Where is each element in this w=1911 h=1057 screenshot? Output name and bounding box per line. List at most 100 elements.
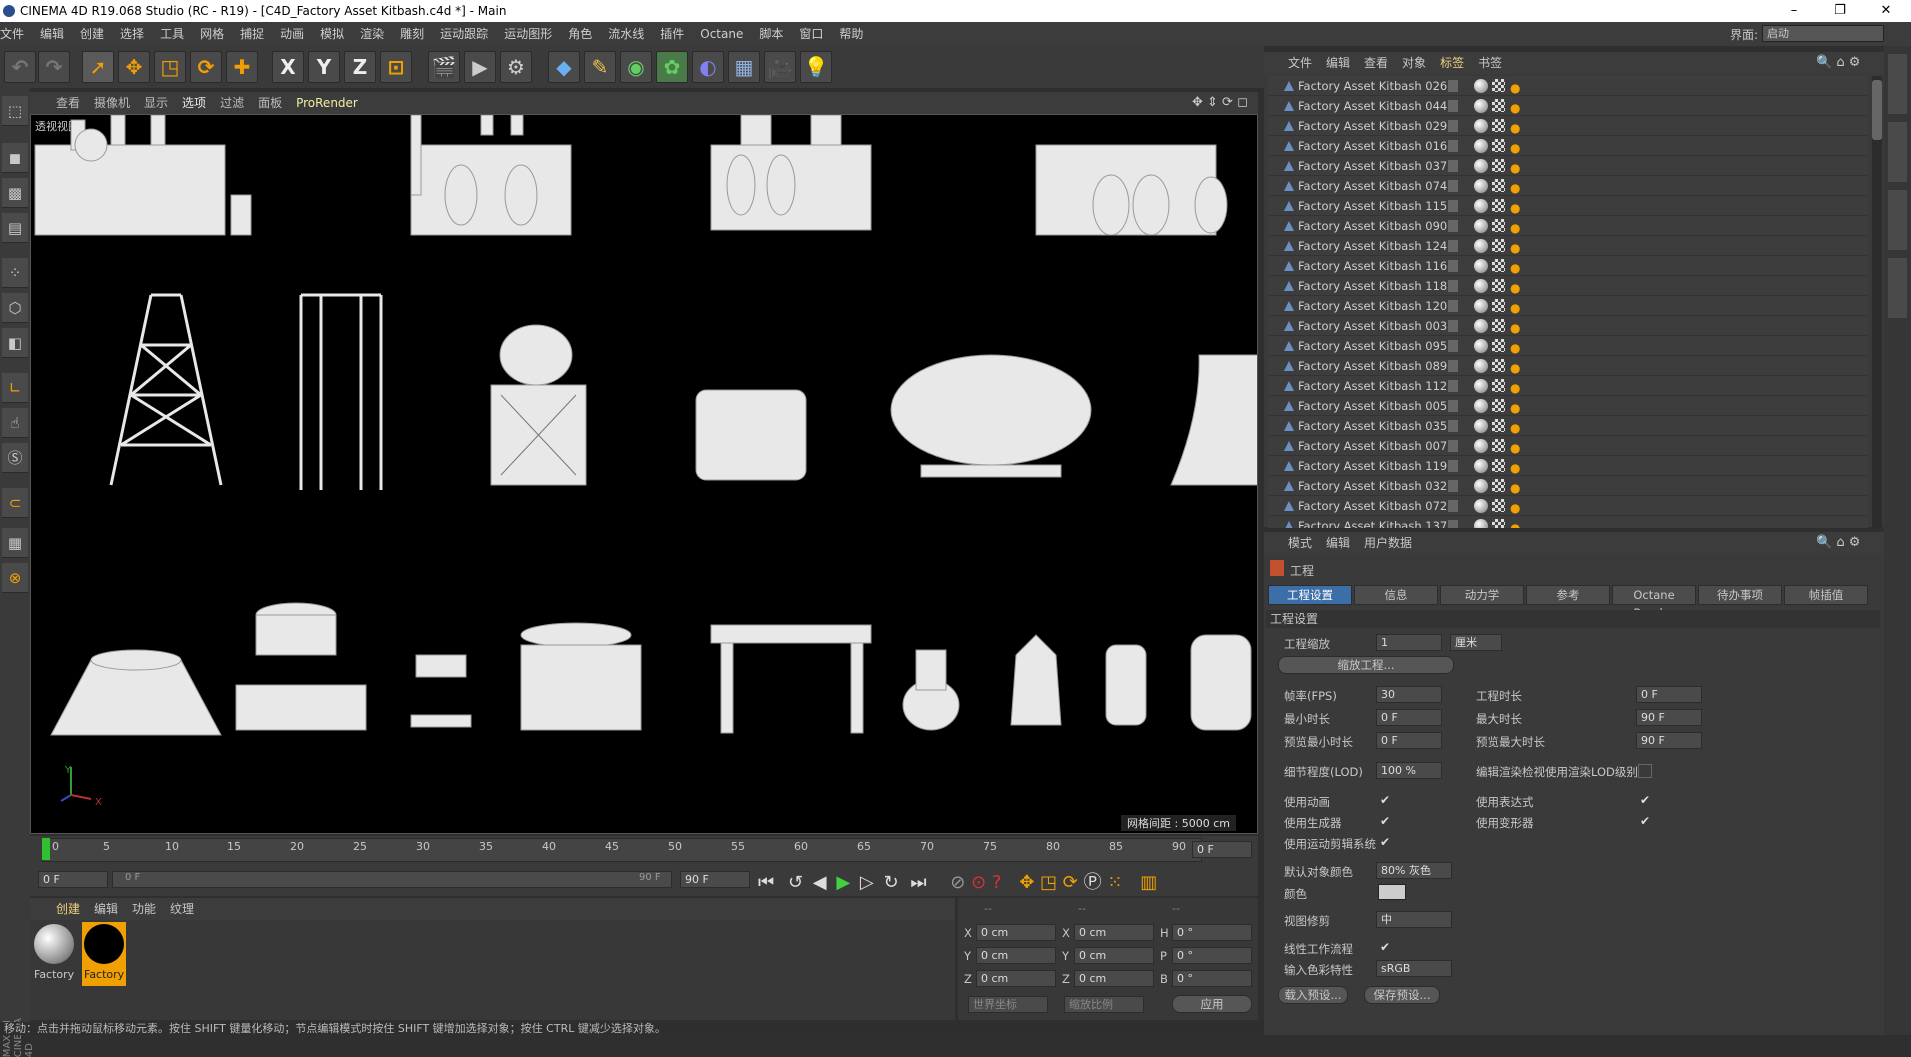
- object-row[interactable]: Factory Asset Kitbash 124 ●: [1268, 236, 1868, 256]
- visibility-toggle-icon[interactable]: [1448, 120, 1458, 132]
- object-name[interactable]: Factory Asset Kitbash 124: [1298, 236, 1447, 256]
- object-row[interactable]: Factory Asset Kitbash 115 ●: [1268, 196, 1868, 216]
- object-row[interactable]: Factory Asset Kitbash 032 ●: [1268, 476, 1868, 496]
- input-color-profile-select[interactable]: sRGB: [1376, 960, 1452, 977]
- phong-tag-icon[interactable]: ●: [1510, 218, 1520, 238]
- object-name[interactable]: Factory Asset Kitbash 090: [1298, 216, 1447, 236]
- tab-info[interactable]: 信息: [1354, 585, 1438, 605]
- side-tab-layers[interactable]: [1888, 258, 1907, 318]
- obj-menu-edit[interactable]: 编辑: [1326, 56, 1350, 70]
- key-scale-icon[interactable]: ◳: [1040, 872, 1057, 893]
- object-row[interactable]: Factory Asset Kitbash 137 ●: [1268, 516, 1868, 528]
- menu-animate[interactable]: 动画: [280, 27, 304, 41]
- workplane-icon[interactable]: ▤: [2, 213, 28, 243]
- phong-tag-icon[interactable]: ●: [1510, 138, 1520, 158]
- preview-max-field[interactable]: 90 F: [1636, 732, 1702, 749]
- texture-tag-icon[interactable]: [1492, 499, 1505, 512]
- obj-menu-bookmarks[interactable]: 书签: [1478, 56, 1502, 70]
- maximize-button[interactable]: ❐: [1817, 0, 1863, 22]
- object-row[interactable]: Factory Asset Kitbash 089 ●: [1268, 356, 1868, 376]
- render-settings-icon[interactable]: ⚙: [500, 51, 532, 83]
- material-tag-icon[interactable]: [1474, 519, 1488, 528]
- rot-b-field[interactable]: 0 °: [1172, 970, 1252, 987]
- floor-icon[interactable]: ▦: [728, 51, 760, 83]
- object-name[interactable]: Factory Asset Kitbash 137: [1298, 516, 1447, 528]
- texture-tag-icon[interactable]: [1492, 359, 1505, 372]
- key-rotation-icon[interactable]: ⟳: [1063, 872, 1078, 893]
- phong-tag-icon[interactable]: ●: [1510, 478, 1520, 498]
- min-time-field[interactable]: 0 F: [1376, 709, 1442, 726]
- material-tag-icon[interactable]: [1474, 119, 1488, 133]
- pen-icon[interactable]: ✎: [584, 51, 616, 83]
- object-row[interactable]: Factory Asset Kitbash 112 ●: [1268, 376, 1868, 396]
- object-row[interactable]: Factory Asset Kitbash 072 ●: [1268, 496, 1868, 516]
- camera-icon[interactable]: 🎥: [764, 51, 796, 83]
- apply-button[interactable]: 应用: [1172, 995, 1252, 1013]
- visibility-toggle-icon[interactable]: [1448, 340, 1458, 352]
- phong-tag-icon[interactable]: ●: [1510, 78, 1520, 98]
- subdivision-icon[interactable]: ◉: [620, 51, 652, 83]
- menu-render[interactable]: 渲染: [360, 27, 384, 41]
- visibility-toggle-icon[interactable]: [1448, 420, 1458, 432]
- visibility-toggle-icon[interactable]: [1448, 260, 1458, 272]
- tab-project-settings[interactable]: 工程设置: [1268, 585, 1352, 605]
- visibility-toggle-icon[interactable]: [1448, 180, 1458, 192]
- object-row[interactable]: Factory Asset Kitbash 003 ●: [1268, 316, 1868, 336]
- end-frame-field[interactable]: 90 F: [680, 871, 750, 888]
- tab-octane-render[interactable]: Octane Render: [1612, 585, 1696, 620]
- material-tag-icon[interactable]: [1474, 499, 1488, 513]
- menu-simulate[interactable]: 模拟: [320, 27, 344, 41]
- texture-tag-icon[interactable]: [1492, 319, 1505, 332]
- object-row[interactable]: Factory Asset Kitbash 095 ●: [1268, 336, 1868, 356]
- visibility-toggle-icon[interactable]: [1448, 160, 1458, 172]
- visibility-toggle-icon[interactable]: [1448, 360, 1458, 372]
- phong-tag-icon[interactable]: ●: [1510, 238, 1520, 258]
- tab-frame-interpolation[interactable]: 帧插值: [1784, 585, 1868, 605]
- texture-tag-icon[interactable]: [1492, 239, 1505, 252]
- pos-y-field[interactable]: 0 cm: [976, 947, 1056, 964]
- menu-file[interactable]: 文件: [0, 27, 24, 41]
- viewport-menu-panel[interactable]: 面板: [258, 96, 282, 110]
- texture-tag-icon[interactable]: [1492, 379, 1505, 392]
- phong-tag-icon[interactable]: ●: [1510, 378, 1520, 398]
- object-row[interactable]: Factory Asset Kitbash 074 ●: [1268, 176, 1868, 196]
- phong-tag-icon[interactable]: ●: [1510, 178, 1520, 198]
- visibility-toggle-icon[interactable]: [1448, 200, 1458, 212]
- deformer-icon[interactable]: ◐: [692, 51, 724, 83]
- texture-tag-icon[interactable]: [1492, 79, 1505, 92]
- pos-x-field[interactable]: 0 cm: [976, 924, 1056, 941]
- phong-tag-icon[interactable]: ●: [1510, 338, 1520, 358]
- coordinate-system-icon[interactable]: ⊡: [380, 51, 412, 83]
- material-tag-icon[interactable]: [1474, 399, 1488, 413]
- start-frame-field[interactable]: 0 F: [38, 871, 108, 888]
- texture-tag-icon[interactable]: [1492, 119, 1505, 132]
- phong-tag-icon[interactable]: ●: [1510, 98, 1520, 118]
- phong-tag-icon[interactable]: ●: [1510, 198, 1520, 218]
- use-expressions-checkbox[interactable]: ✔: [1638, 793, 1652, 807]
- prev-frame-icon[interactable]: ◀: [813, 872, 827, 893]
- record-keys-icon[interactable]: ⊘: [950, 872, 965, 893]
- cloner-icon[interactable]: ✿: [656, 51, 688, 83]
- object-row[interactable]: Factory Asset Kitbash 007 ●: [1268, 436, 1868, 456]
- object-name[interactable]: Factory Asset Kitbash 118: [1298, 276, 1447, 296]
- visibility-toggle-icon[interactable]: [1448, 500, 1458, 512]
- cube-icon[interactable]: ◆: [548, 51, 580, 83]
- phong-tag-icon[interactable]: ●: [1510, 278, 1520, 298]
- recent-tool-icon[interactable]: ✚: [226, 51, 258, 83]
- visibility-toggle-icon[interactable]: [1448, 320, 1458, 332]
- menu-edit[interactable]: 编辑: [40, 27, 64, 41]
- texture-mode-icon[interactable]: ▩: [2, 178, 28, 208]
- attr-menu-user-data[interactable]: 用户数据: [1364, 536, 1412, 550]
- visibility-toggle-icon[interactable]: [1448, 140, 1458, 152]
- attribute-search-icon[interactable]: 🔍 ⌂ ⚙: [1816, 532, 1860, 554]
- visibility-toggle-icon[interactable]: [1448, 100, 1458, 112]
- menu-help[interactable]: 帮助: [839, 27, 863, 41]
- points-mode-icon[interactable]: ⁘: [2, 258, 28, 288]
- material-tag-icon[interactable]: [1474, 259, 1488, 273]
- menu-sculpt[interactable]: 雕刻: [400, 27, 424, 41]
- scale-project-button[interactable]: 缩放工程...: [1278, 656, 1454, 674]
- z-axis-button[interactable]: Z: [344, 51, 376, 83]
- select-tool-icon[interactable]: ➚: [82, 51, 114, 83]
- object-name[interactable]: Factory Asset Kitbash 007: [1298, 436, 1447, 456]
- visibility-toggle-icon[interactable]: [1448, 400, 1458, 412]
